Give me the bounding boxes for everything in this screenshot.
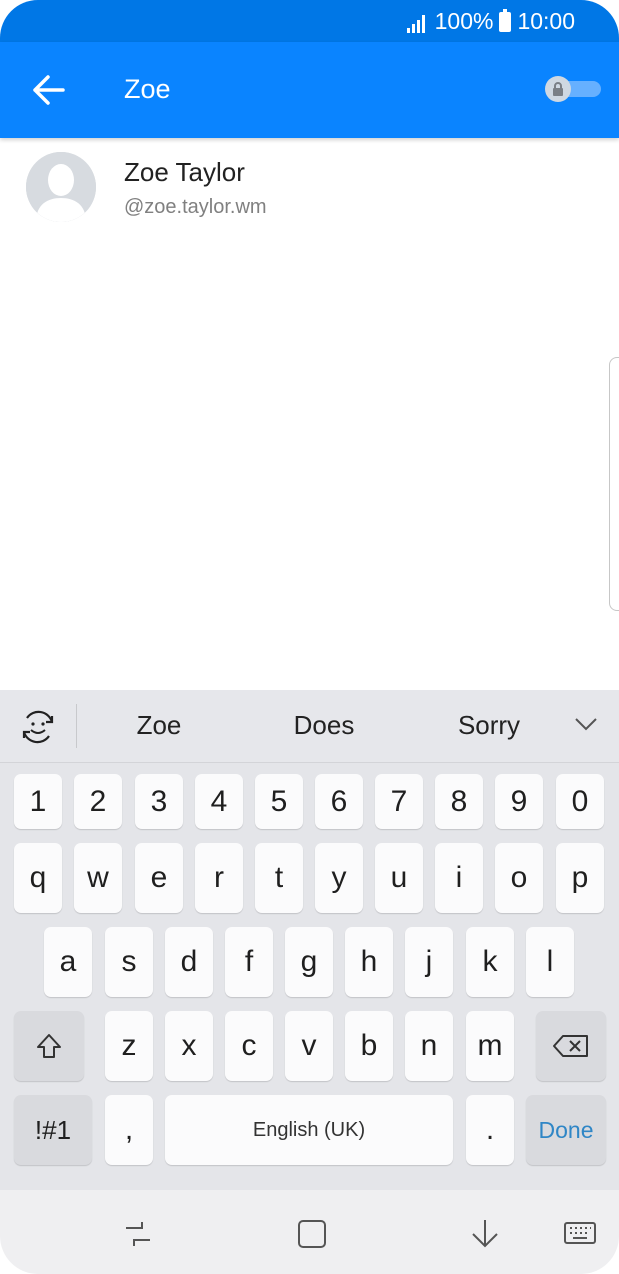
private-mode-toggle[interactable] bbox=[545, 76, 605, 102]
key-b[interactable]: b bbox=[345, 1011, 393, 1081]
key-a[interactable]: a bbox=[44, 927, 92, 997]
key-o[interactable]: o bbox=[495, 843, 543, 913]
page-title: Zoe bbox=[124, 74, 171, 104]
key-e[interactable]: e bbox=[135, 843, 183, 913]
key-h[interactable]: h bbox=[345, 927, 393, 997]
screen: 100% 10:00 Zoe Zoe Taylor @zoe.taylor.wm… bbox=[0, 0, 619, 1274]
key-m[interactable]: m bbox=[466, 1011, 514, 1081]
home-icon[interactable] bbox=[294, 1216, 330, 1252]
key-w[interactable]: w bbox=[74, 843, 122, 913]
symbols-key[interactable]: !#1 bbox=[14, 1095, 92, 1165]
navigation-bar bbox=[0, 1190, 619, 1274]
done-key[interactable]: Done bbox=[526, 1095, 606, 1165]
suggestion-divider bbox=[76, 704, 77, 748]
key-v[interactable]: v bbox=[285, 1011, 333, 1081]
key-4[interactable]: 4 bbox=[195, 774, 243, 829]
edge-panel-handle[interactable] bbox=[609, 357, 619, 611]
shift-key[interactable] bbox=[14, 1011, 84, 1081]
key-z[interactable]: z bbox=[105, 1011, 153, 1081]
key-9[interactable]: 9 bbox=[495, 774, 543, 829]
contact-handle: @zoe.taylor.wm bbox=[124, 196, 267, 218]
recent-apps-icon[interactable] bbox=[120, 1216, 156, 1252]
keyboard: Zoe Does Sorry 1 2 3 4 5 6 7 8 9 0 q w e… bbox=[0, 690, 619, 1190]
suggestion-3[interactable]: Sorry bbox=[424, 710, 554, 741]
key-n[interactable]: n bbox=[405, 1011, 453, 1081]
key-t[interactable]: t bbox=[255, 843, 303, 913]
key-p[interactable]: p bbox=[556, 843, 604, 913]
key-r[interactable]: r bbox=[195, 843, 243, 913]
key-1[interactable]: 1 bbox=[14, 774, 62, 829]
key-0[interactable]: 0 bbox=[556, 774, 604, 829]
period-key[interactable]: . bbox=[466, 1095, 514, 1165]
key-j[interactable]: j bbox=[405, 927, 453, 997]
key-6[interactable]: 6 bbox=[315, 774, 363, 829]
key-c[interactable]: c bbox=[225, 1011, 273, 1081]
emoji-toggle-icon[interactable] bbox=[19, 708, 57, 746]
contact-result-zoe-taylor[interactable]: Zoe Taylor @zoe.taylor.wm bbox=[0, 140, 619, 230]
key-l[interactable]: l bbox=[526, 927, 574, 997]
key-5[interactable]: 5 bbox=[255, 774, 303, 829]
status-time: 10:00 bbox=[517, 8, 575, 34]
key-3[interactable]: 3 bbox=[135, 774, 183, 829]
signal-icon bbox=[406, 11, 429, 33]
key-x[interactable]: x bbox=[165, 1011, 213, 1081]
key-k[interactable]: k bbox=[466, 927, 514, 997]
key-i[interactable]: i bbox=[435, 843, 483, 913]
app-bar: Zoe bbox=[0, 42, 619, 138]
avatar-placeholder-icon bbox=[26, 152, 96, 222]
suggestion-bar: Zoe Does Sorry bbox=[0, 690, 619, 763]
key-g[interactable]: g bbox=[285, 927, 333, 997]
key-d[interactable]: d bbox=[165, 927, 213, 997]
contact-name: Zoe Taylor bbox=[124, 157, 245, 187]
key-7[interactable]: 7 bbox=[375, 774, 423, 829]
keyboard-switch-icon[interactable] bbox=[562, 1216, 598, 1252]
space-key[interactable]: English (UK) bbox=[165, 1095, 453, 1165]
shift-arrow-icon bbox=[37, 1034, 61, 1058]
key-u[interactable]: u bbox=[375, 843, 423, 913]
key-q[interactable]: q bbox=[14, 843, 62, 913]
backspace-icon bbox=[553, 1035, 588, 1057]
key-y[interactable]: y bbox=[315, 843, 363, 913]
backspace-key[interactable] bbox=[536, 1011, 606, 1081]
lock-icon bbox=[545, 76, 571, 102]
chevron-down-icon[interactable] bbox=[573, 716, 599, 732]
back-arrow-icon[interactable] bbox=[30, 74, 66, 106]
status-bar: 100% 10:00 bbox=[0, 0, 619, 42]
key-s[interactable]: s bbox=[105, 927, 153, 997]
comma-key[interactable]: , bbox=[105, 1095, 153, 1165]
suggestion-2[interactable]: Does bbox=[259, 710, 389, 741]
key-f[interactable]: f bbox=[225, 927, 273, 997]
key-8[interactable]: 8 bbox=[435, 774, 483, 829]
suggestion-1[interactable]: Zoe bbox=[94, 710, 224, 741]
back-down-icon[interactable] bbox=[467, 1216, 503, 1252]
battery-percent: 100% bbox=[434, 8, 494, 34]
battery-icon bbox=[499, 8, 512, 32]
key-2[interactable]: 2 bbox=[74, 774, 122, 829]
